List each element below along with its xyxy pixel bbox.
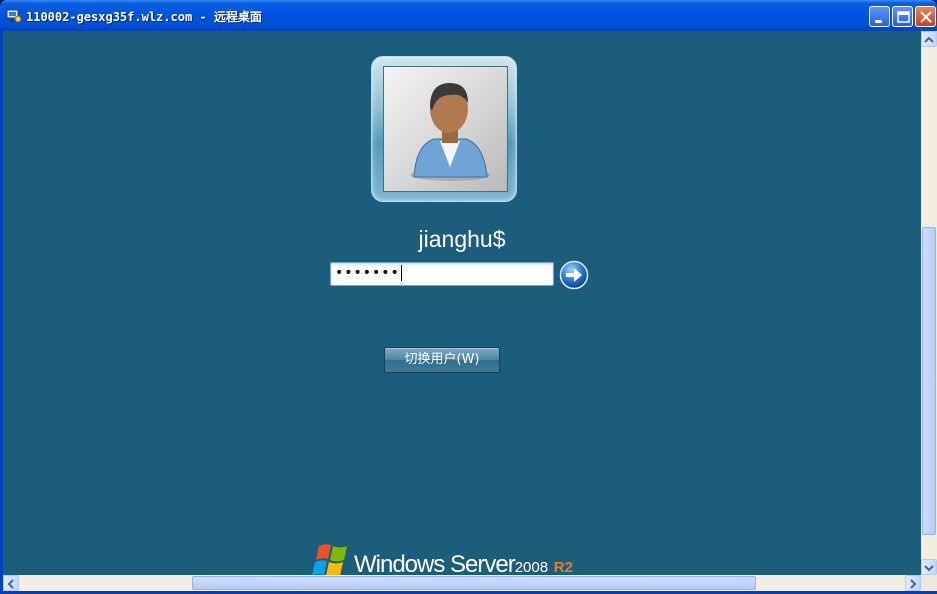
chevron-down-icon (924, 565, 934, 572)
user-tile[interactable] (365, 50, 525, 212)
close-icon (920, 11, 932, 23)
scroll-right-button[interactable] (905, 575, 921, 591)
remote-desktop-icon (6, 8, 22, 24)
product-year: 2008 (514, 559, 549, 575)
window-title: 110002-gesxg35f.wlz.com - 远程桌面 (26, 10, 262, 24)
submit-login-button[interactable] (559, 260, 589, 290)
scroll-down-button[interactable] (921, 559, 937, 575)
vertical-scroll-thumb[interactable] (922, 227, 936, 535)
product-label: Windows Server (354, 551, 516, 575)
user-avatar-icon (410, 83, 490, 181)
title-bar[interactable]: 110002-gesxg35f.wlz.com - 远程桌面 (0, 0, 937, 31)
password-field[interactable]: ••••••• (330, 262, 554, 286)
windows-server-branding: Windows Server2008 R2 (309, 542, 589, 575)
product-name: Windows Server2008 R2 (354, 551, 573, 575)
username-label: jianghu$ (418, 226, 506, 252)
product-edition: R2 (553, 559, 573, 575)
scroll-left-button[interactable] (3, 575, 19, 591)
password-mask: ••••••• (335, 265, 400, 281)
avatar-frame (371, 56, 517, 202)
text-caret (400, 265, 402, 281)
chevron-up-icon (924, 36, 934, 43)
chevron-left-icon (7, 579, 14, 589)
horizontal-scroll-thumb[interactable] (192, 576, 756, 590)
horizontal-scrollbar[interactable] (3, 575, 921, 591)
remote-desktop-window: 110002-gesxg35f.wlz.com - 远程桌面 jianghu$ … (0, 0, 937, 594)
maximize-icon (897, 11, 910, 23)
maximize-button[interactable] (892, 6, 913, 27)
minimize-button[interactable] (869, 6, 890, 27)
avatar (383, 66, 508, 192)
scroll-up-button[interactable] (921, 31, 937, 47)
windows-flag-icon (312, 544, 347, 575)
vertical-scrollbar[interactable] (921, 31, 937, 575)
switch-user-button[interactable]: 切换用户(W) (384, 347, 500, 373)
close-button[interactable] (915, 6, 936, 27)
chevron-right-icon (910, 579, 917, 589)
resize-grip[interactable] (921, 575, 937, 591)
remote-session-area[interactable]: jianghu$ ••••••• 切换用户(W) Windows Server2… (3, 31, 921, 575)
minimize-icon (875, 20, 882, 23)
arrow-right-icon (559, 260, 589, 290)
